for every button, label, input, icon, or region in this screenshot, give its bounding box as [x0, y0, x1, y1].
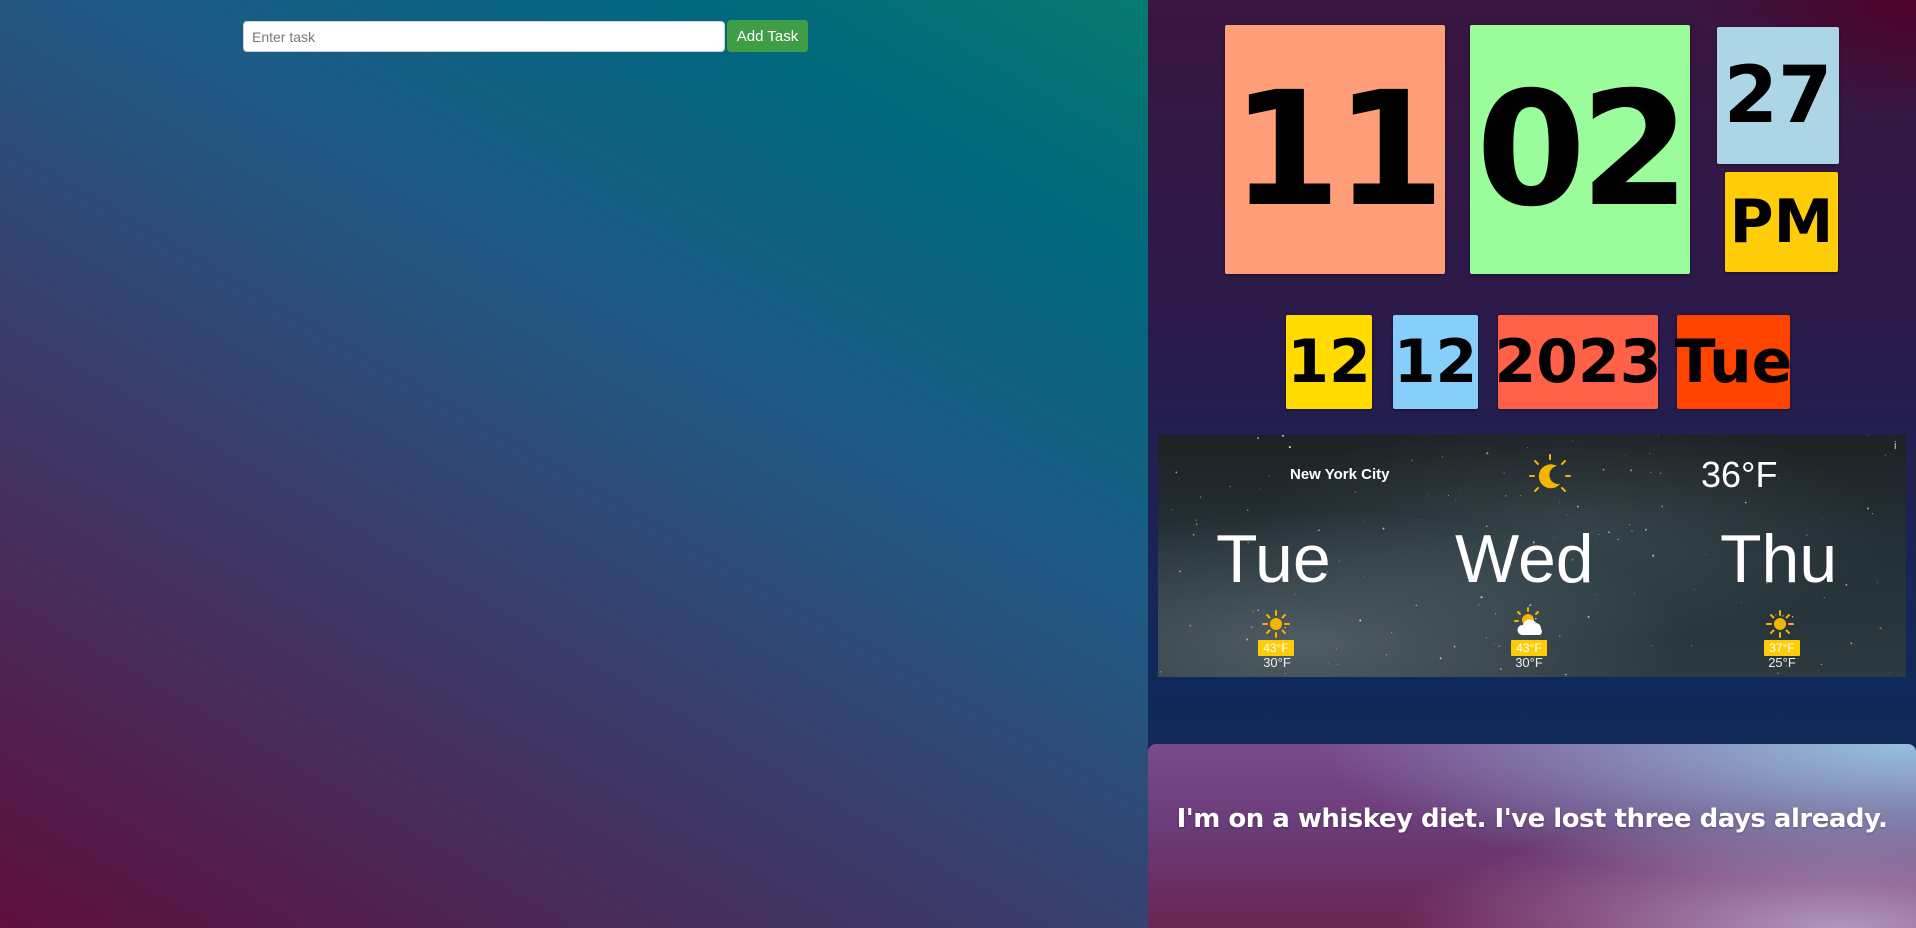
weather-current-temp: 36°F: [1701, 454, 1778, 495]
dashboard-panel: 11 02 27 PM 12 12 2023 Tue New York City…: [1148, 0, 1916, 928]
date-weekday: Tue: [1675, 315, 1792, 409]
clock-minute: 02: [1470, 25, 1690, 274]
quote-card: I'm on a whiskey diet. I've lost three d…: [1148, 744, 1916, 928]
sun-icon: [1766, 610, 1794, 638]
weather-widget[interactable]: New York City 36°F i Tue 43°F 30°F Wed 4…: [1158, 435, 1906, 677]
sun-icon: [1262, 610, 1290, 638]
add-task-button[interactable]: Add Task: [727, 20, 808, 52]
date-month: 12: [1286, 315, 1372, 409]
moon-icon: [1529, 454, 1571, 492]
forecast-day-name: Wed: [1455, 521, 1594, 597]
date-year: 2023: [1495, 315, 1662, 409]
clock-hour: 11: [1225, 25, 1445, 274]
task-input[interactable]: [243, 21, 725, 52]
forecast-day-name: Tue: [1216, 521, 1331, 597]
info-icon[interactable]: i: [1894, 440, 1896, 452]
forecast-high-temp: 43°F: [1511, 640, 1547, 656]
quote-text: I'm on a whiskey diet. I've lost three d…: [1176, 804, 1888, 834]
forecast-low-temp: 30°F: [1515, 655, 1543, 670]
forecast-high-temp: 43°F: [1258, 640, 1294, 656]
clock-ampm: PM: [1725, 172, 1838, 272]
forecast-high-temp: 37°F: [1764, 640, 1800, 656]
forecast-low-temp: 30°F: [1263, 655, 1291, 670]
weather-city: New York City: [1290, 466, 1390, 483]
forecast-day-name: Thu: [1720, 521, 1838, 597]
task-panel: Add Task: [0, 0, 1148, 928]
clock-second: 27: [1717, 27, 1839, 164]
partly-cloudy-icon: [1514, 607, 1542, 635]
date-day: 12: [1393, 315, 1478, 409]
forecast-low-temp: 25°F: [1768, 655, 1796, 670]
